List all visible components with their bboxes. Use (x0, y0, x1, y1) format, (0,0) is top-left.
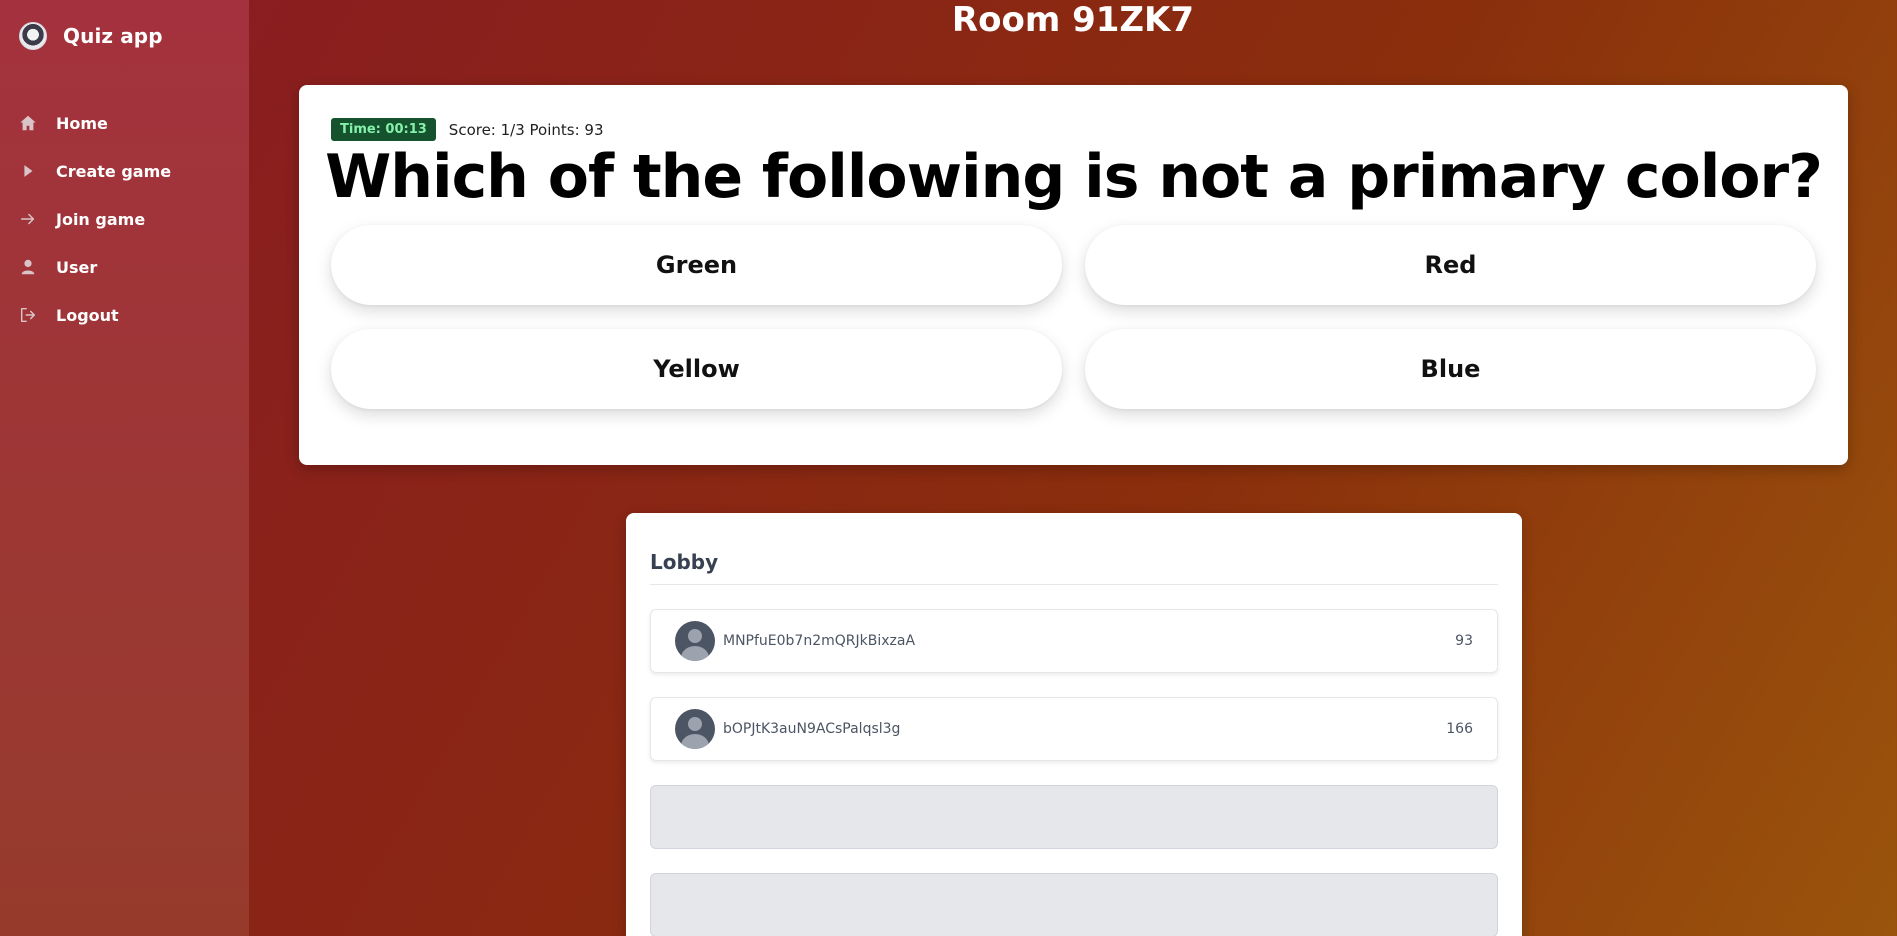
answer-button-green[interactable]: Green (331, 225, 1062, 305)
lobby-divider (650, 584, 1498, 585)
sidebar-item-label: Logout (56, 305, 119, 325)
sidebar-item-label: Create game (56, 161, 172, 181)
play-icon (19, 162, 37, 180)
sidebar-item-user[interactable]: User (0, 243, 249, 291)
quiz-meta: Time: 00:13 Score: 1/3 Points: 93 (331, 118, 604, 141)
lobby-card: Lobby MNPfuE0b7n2mQRJkBixzaA 93 bOPJtK3a… (626, 513, 1522, 936)
sidebar-item-label: Home (56, 113, 108, 133)
user-icon (19, 258, 37, 276)
player-row: bOPJtK3auN9ACsPalqsl3g 166 (650, 697, 1498, 761)
player-name: MNPfuE0b7n2mQRJkBixzaA (723, 633, 916, 649)
player-points: 93 (1455, 633, 1473, 649)
app-name: Quiz app (63, 24, 163, 48)
player-row: MNPfuE0b7n2mQRJkBixzaA 93 (650, 609, 1498, 673)
empty-player-slot (650, 785, 1498, 849)
quiz-app-logo-icon (19, 22, 47, 50)
sidebar: Quiz app Home Create game Join game User (0, 0, 249, 936)
avatar (675, 709, 715, 749)
answer-grid: Green Red Yellow Blue (331, 225, 1816, 409)
sidebar-item-create-game[interactable]: Create game (0, 147, 249, 195)
player-points: 166 (1446, 721, 1473, 737)
quiz-card: Time: 00:13 Score: 1/3 Points: 93 Which … (299, 85, 1848, 465)
timer-badge: Time: 00:13 (331, 118, 436, 141)
logout-icon (19, 306, 37, 324)
answer-button-blue[interactable]: Blue (1085, 329, 1816, 409)
empty-player-slot (650, 873, 1498, 936)
sidebar-item-join-game[interactable]: Join game (0, 195, 249, 243)
avatar (675, 621, 715, 661)
sidebar-item-logout[interactable]: Logout (0, 291, 249, 339)
player-name: bOPJtK3auN9ACsPalqsl3g (723, 721, 901, 737)
brand[interactable]: Quiz app (19, 21, 163, 51)
sidebar-item-label: User (56, 257, 98, 277)
home-icon (19, 114, 37, 132)
sidebar-item-home[interactable]: Home (0, 99, 249, 147)
lobby-title: Lobby (650, 550, 719, 574)
answer-button-yellow[interactable]: Yellow (331, 329, 1062, 409)
arrow-right-icon (19, 210, 37, 228)
room-title: Room 91ZK7 (951, 0, 1195, 40)
answer-button-red[interactable]: Red (1085, 225, 1816, 305)
question-text: Which of the following is not a primary … (325, 142, 1823, 212)
sidebar-item-label: Join game (56, 209, 146, 229)
sidebar-nav: Home Create game Join game User Logout (0, 99, 249, 339)
score-text: Score: 1/3 Points: 93 (448, 120, 604, 139)
